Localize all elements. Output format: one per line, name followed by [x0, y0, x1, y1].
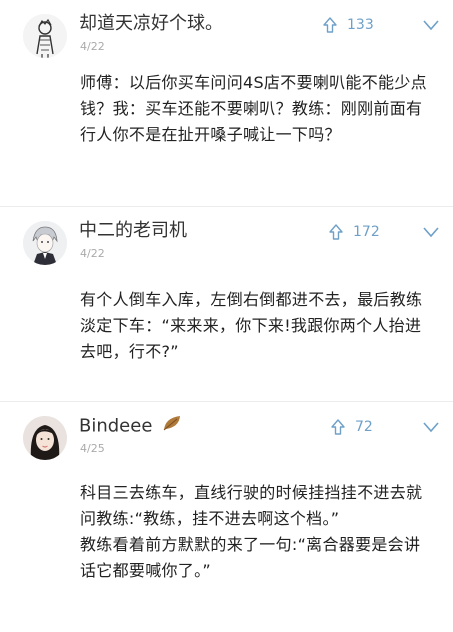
like-button[interactable]: 133: [323, 14, 374, 36]
username[interactable]: 中二的老司机: [79, 219, 187, 243]
comment-text: 有个人倒车入库，左倒右倒都进不去，最后教练淡定下车：“来来来，你下来!我跟你两个…: [80, 290, 423, 361]
expand-chevron-button[interactable]: [423, 421, 439, 433]
user-avatar[interactable]: [23, 221, 67, 265]
username-row: Bindeee: [79, 414, 184, 439]
comment-date: 4/25: [80, 442, 105, 455]
chevron-down-icon: [423, 227, 439, 238]
user-avatar[interactable]: [23, 416, 67, 460]
expand-chevron-button[interactable]: [423, 226, 439, 238]
thumb-up-arrow-icon: [323, 17, 337, 33]
comment-text: 师傅：以后你买车问问4S店不要喇叭能不能少点钱？我：买车还能不要喇叭？教练：刚刚…: [80, 73, 427, 144]
comment-feed: 却道天凉好个球。 4/22 133 师傅：以后你买车问问4S店不要喇叭能不能少点…: [0, 0, 453, 632]
comment-item: 却道天凉好个球。 4/22 133 师傅：以后你买车问问4S店不要喇叭能不能少点…: [0, 0, 453, 206]
like-count: 72: [355, 419, 373, 435]
comment-item: 中二的老司机 4/22 172 有个人倒车入库，左倒右倒都进不去，最后教练淡定下…: [0, 207, 453, 401]
chevron-down-icon: [423, 20, 439, 31]
like-button[interactable]: 72: [331, 416, 373, 438]
woman-photo-avatar-icon: [23, 416, 67, 460]
comment-date: 4/22: [80, 40, 105, 53]
username[interactable]: 却道天凉好个球。: [79, 12, 223, 36]
thumb-up-arrow-icon: [331, 419, 345, 435]
expand-chevron-button[interactable]: [423, 19, 439, 31]
like-count: 172: [353, 224, 380, 240]
comment-text: 科目三去练车，直线行驶的时候挂挡挂不进去就问教练:“教练，挂不进去啊这个档。” …: [80, 483, 423, 580]
thumb-up-arrow-icon: [329, 224, 343, 240]
leaf-icon: [162, 414, 184, 439]
comment-date: 4/22: [80, 247, 105, 260]
user-avatar[interactable]: [23, 14, 67, 58]
chevron-down-icon: [423, 422, 439, 433]
username[interactable]: Bindeee: [79, 416, 152, 437]
like-count: 133: [347, 17, 374, 33]
like-button[interactable]: 172: [329, 221, 380, 243]
sketch-figure-avatar-icon: [23, 14, 67, 58]
comment-item: Bindeee 4/25 72 科目三去练车，直线行驶的时候挂挡挂不进去就问教练…: [0, 402, 453, 632]
anime-character-avatar-icon: [23, 221, 67, 265]
